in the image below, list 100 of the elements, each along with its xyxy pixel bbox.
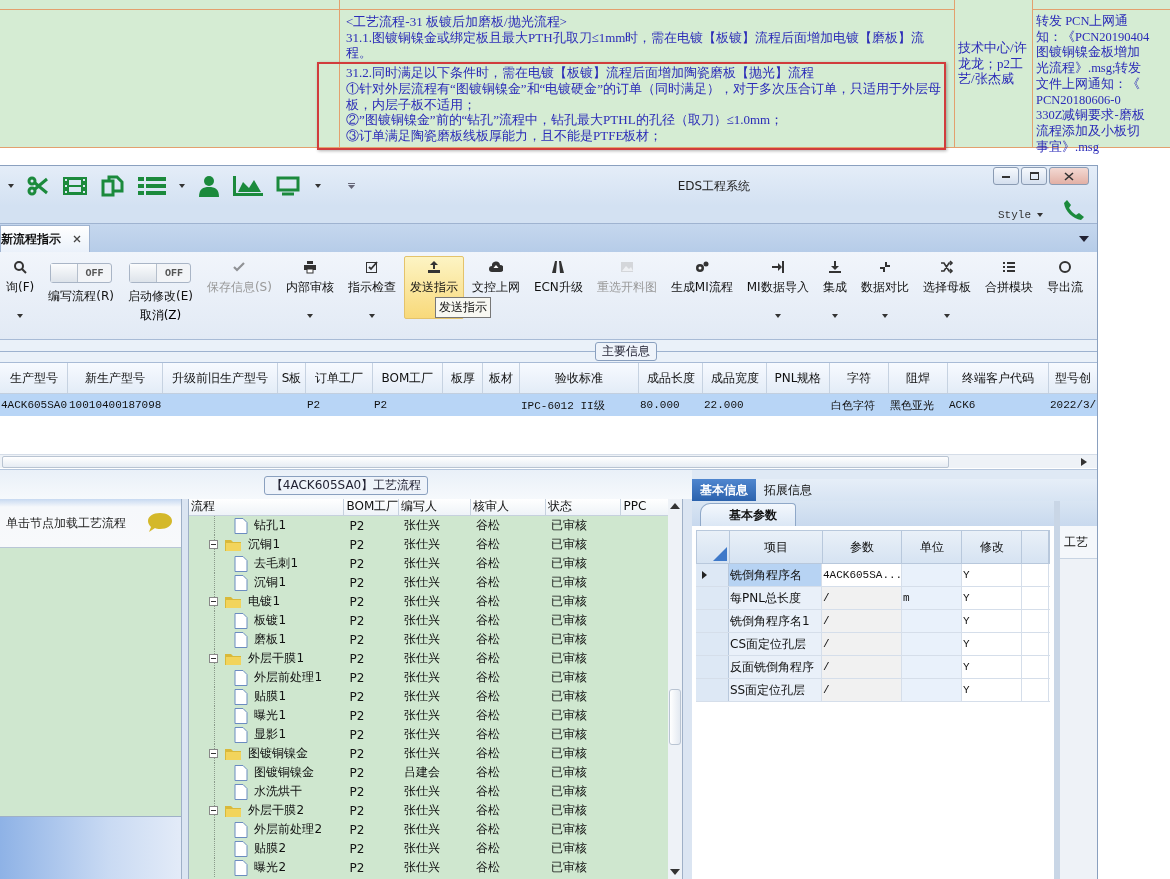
table-cell: 张仕兴 <box>404 783 441 800</box>
table-cell: 谷松 <box>476 669 501 686</box>
table-cell: / <box>823 592 830 604</box>
table-cell: 谷松 <box>476 593 501 610</box>
table-cell: P2 <box>349 575 365 590</box>
step-name: 图镀铜镍金 <box>254 764 315 781</box>
table-cell: 已审核 <box>551 707 588 724</box>
table-cell: / <box>823 661 830 673</box>
table-cell: 谷松 <box>476 612 501 629</box>
table-cell: 已审核 <box>551 688 588 705</box>
table-cell: 张仕兴 <box>404 821 441 838</box>
table-cell-text: P2 <box>373 398 389 413</box>
rule-text: ②”图镀铜镍金”前的“钻孔”流程中，钻孔最大PTHL的孔径（取刀）≤1.0mm； <box>346 112 785 128</box>
table-cell: 已审核 <box>551 631 588 648</box>
window-title: EDS工程系统 <box>676 177 752 195</box>
table-cell: 张仕兴 <box>404 631 441 648</box>
table-cell: / <box>823 615 830 627</box>
step-name: 磨板1 <box>254 631 287 648</box>
toggle-label: 编写流程(R) <box>47 288 115 305</box>
step-name: 曝光1 <box>254 707 287 724</box>
step-name: 外层前处理2 <box>254 821 323 838</box>
rule-text: ①针对外层流程有“图镀铜镍金”和“电镀硬金”的订单（同时满足），对于多次压合订单，只适用于外层母板，内层子板不适用； <box>346 80 943 113</box>
table-cell: 张仕兴 <box>404 688 441 705</box>
table-cell: P2 <box>349 518 365 533</box>
table-cell: Y <box>963 592 970 604</box>
table-cell: P2 <box>349 803 365 818</box>
table-cell: 谷松 <box>476 574 501 591</box>
table-cell: 已审核 <box>551 821 588 838</box>
table-cell: 谷松 <box>476 821 501 838</box>
table-cell: 谷松 <box>476 840 501 857</box>
table-cell: 张仕兴 <box>404 707 441 724</box>
table-cell: P2 <box>349 670 365 685</box>
table-cell: P2 <box>349 689 365 704</box>
table-cell: / <box>823 638 830 650</box>
table-cell: 已审核 <box>551 764 588 781</box>
table-cell: 已审核 <box>551 783 588 800</box>
owner-text: 技术中心/许龙龙；p2工艺/张杰威 <box>958 40 1028 88</box>
table-cell: P2 <box>349 613 365 628</box>
notice-text: 文件上网通知：《 <box>1036 76 1141 93</box>
table-cell: 已审核 <box>551 593 588 610</box>
table-cell: 张仕兴 <box>404 669 441 686</box>
table-cell: 张仕兴 <box>404 612 441 629</box>
step-name: 曝光2 <box>254 859 287 876</box>
step-name: 图镀铜镍金 <box>248 745 309 762</box>
table-cell: 反面铣倒角程序 <box>730 658 814 676</box>
table-cell: 已审核 <box>551 612 588 629</box>
hint-text: 单击节点加载工艺流程 <box>6 514 126 532</box>
table-cell: 谷松 <box>476 536 501 553</box>
table-cell: P2 <box>349 765 365 780</box>
table-cell: P2 <box>349 784 365 799</box>
table-cell: 谷松 <box>476 707 501 724</box>
table-cell: 铣倒角程序名 <box>730 566 802 584</box>
table-cell: P2 <box>349 822 365 837</box>
step-name: 外层干膜2 <box>248 802 305 819</box>
table-cell-text: 黑色亚光 <box>889 398 935 414</box>
table-cell: 已审核 <box>551 726 588 743</box>
step-name: 外层前处理1 <box>254 669 323 686</box>
table-cell: 谷松 <box>476 688 501 705</box>
notice-text: 流程添加及小板切 <box>1036 123 1141 140</box>
table-cell-text: 2022/3/ <box>1049 398 1097 413</box>
toggle-label: 启动修改(E) <box>126 288 194 305</box>
table-cell-text: 10010400187098 <box>68 398 163 413</box>
rule-text: 31.2.同时满足以下条件时，需在电镀【板镀】流程后面增加陶瓷磨板【抛光】流程 <box>346 65 815 81</box>
step-name: 沉铜1 <box>248 536 281 553</box>
rule-text: ③订单满足陶瓷磨板线板厚能力，且不能是PTFE板材； <box>346 127 664 144</box>
notice-text: 光流程》.msg;转发 <box>1036 61 1143 77</box>
rule-text: <工艺流程-31 板镀后加磨板/抛光流程> <box>346 14 568 30</box>
table-cell-text: IPC-6012 II级 <box>520 398 606 414</box>
table-cell: 谷松 <box>476 650 501 667</box>
table-cell: P2 <box>349 708 365 723</box>
table-cell-text: 4ACK605SA0 <box>0 398 68 413</box>
table-cell: 已审核 <box>551 669 588 686</box>
table-cell-text: 22.000 <box>703 398 745 413</box>
table-cell-text: ACK6 <box>948 398 977 413</box>
table-cell: 已审核 <box>551 859 588 876</box>
notice-text: 知：《PCN20190404 <box>1036 29 1151 45</box>
table-cell: 已审核 <box>551 745 588 762</box>
table-cell: 张仕兴 <box>404 802 441 819</box>
table-cell: 已审核 <box>551 517 588 534</box>
table-cell: m <box>902 587 962 609</box>
table-cell: CS面定位孔层 <box>730 635 806 653</box>
step-name: 沉铜1 <box>254 574 287 591</box>
step-name: 贴膜1 <box>254 688 287 705</box>
table-cell: 谷松 <box>476 631 501 648</box>
section-label: 【4ACK605SA0】工艺流程 <box>263 476 429 495</box>
table-cell: 已审核 <box>551 536 588 553</box>
table-cell: P2 <box>349 860 365 875</box>
table-cell: 张仕兴 <box>404 859 441 876</box>
step-name: 去毛刺1 <box>254 555 299 572</box>
table-cell-text: 白色字符 <box>830 398 876 414</box>
table-cell: 张仕兴 <box>404 840 441 857</box>
table-cell: 张仕兴 <box>404 593 441 610</box>
table-cell: Y <box>963 615 970 627</box>
table-cell: 张仕兴 <box>404 650 441 667</box>
table-cell: Y <box>963 569 970 581</box>
notice-text: 330Z减铜要求-磨板 <box>1036 108 1146 124</box>
tooltip: 发送指示 <box>434 297 491 318</box>
step-name: 外层干膜1 <box>248 650 305 667</box>
table-cell: 每PNL总长度 <box>730 589 801 607</box>
table-cell: 谷松 <box>476 726 501 743</box>
